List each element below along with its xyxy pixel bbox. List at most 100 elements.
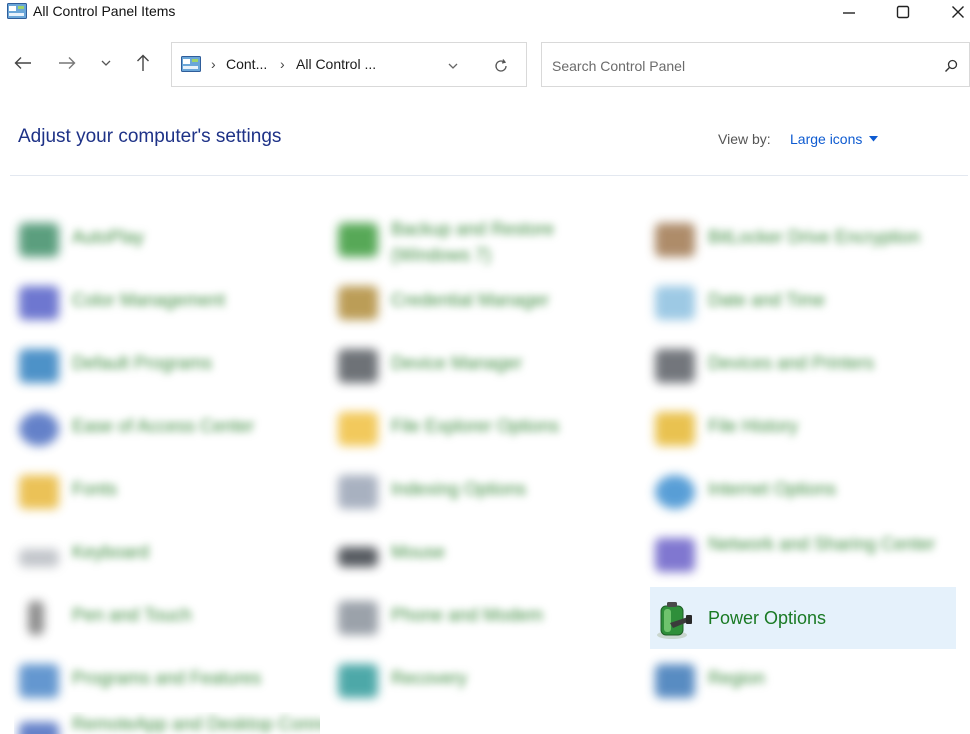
chevron-down-icon [448, 63, 458, 69]
breadcrumb-separator-icon: › [211, 56, 216, 72]
credential-manager-icon [338, 286, 378, 320]
indexing-icon [338, 475, 378, 509]
item-network-sharing[interactable]: Network and Sharing Center [650, 523, 956, 585]
ease-of-access-icon [19, 412, 59, 446]
item-internet-options[interactable]: Internet Options [650, 460, 956, 522]
back-button[interactable] [12, 52, 34, 74]
item-file-explorer-options[interactable]: File Explorer Options [333, 397, 639, 459]
color-management-icon [19, 286, 59, 320]
control-panel-window: All Control Panel Items › Cont... › All … [0, 0, 970, 734]
mouse-icon [338, 547, 378, 567]
region-icon [655, 664, 695, 698]
minimize-button[interactable] [826, 0, 872, 24]
up-button[interactable] [132, 52, 154, 74]
item-label: Network and Sharing Center [708, 534, 936, 554]
maximize-icon [896, 5, 910, 19]
item-label: Backup and Restore (Windows 7) [391, 219, 555, 265]
item-date-time[interactable]: Date and Time [650, 271, 956, 333]
item-credential-manager[interactable]: Credential Manager [333, 271, 639, 333]
item-devices-printers[interactable]: Devices and Printers [650, 334, 956, 396]
phone-icon [338, 601, 378, 635]
refresh-button[interactable] [490, 55, 512, 77]
item-remoteapp[interactable]: RemoteApp and Desktop Connections [14, 712, 320, 734]
backup-icon [338, 223, 378, 257]
minimize-icon [843, 12, 855, 14]
recovery-icon [338, 664, 378, 698]
recent-locations-button[interactable] [95, 52, 117, 74]
printer-icon [655, 349, 695, 383]
item-mouse[interactable]: Mouse [333, 523, 639, 585]
breadcrumb-control-panel[interactable]: Cont... [226, 56, 267, 72]
window-title: All Control Panel Items [33, 3, 176, 19]
item-label: Power Options [708, 608, 827, 628]
item-label: Region [708, 668, 766, 688]
address-bar[interactable]: › Cont... › All Control ... [171, 42, 527, 87]
item-ease-of-access[interactable]: Ease of Access Center [14, 397, 320, 459]
maximize-button[interactable] [880, 0, 926, 24]
item-phone-modem[interactable]: Phone and Modem [333, 586, 639, 648]
close-button[interactable] [935, 0, 970, 24]
arrow-right-icon [59, 57, 76, 69]
arrow-up-icon [137, 54, 149, 71]
item-label: RemoteApp and Desktop Connections [72, 714, 320, 734]
control-panel-icon [7, 3, 27, 19]
item-label: Recovery [391, 668, 468, 688]
item-programs-features[interactable]: Programs and Features [14, 649, 320, 711]
item-default-programs[interactable]: Default Programs [14, 334, 320, 396]
address-history-button[interactable] [442, 55, 464, 77]
item-label: AutoPlay [72, 227, 145, 247]
bitlocker-icon [655, 223, 695, 257]
search-box[interactable] [541, 42, 970, 87]
breadcrumb-separator-icon: › [280, 56, 285, 72]
item-label: Mouse [391, 542, 446, 562]
keyboard-icon [19, 549, 59, 567]
search-input[interactable] [552, 55, 922, 77]
item-region[interactable]: Region [650, 649, 956, 711]
header-divider [10, 175, 968, 176]
item-label: BitLocker Drive Encryption [708, 227, 921, 247]
item-label: Default Programs [72, 353, 213, 373]
item-bitlocker[interactable]: BitLocker Drive Encryption [650, 208, 956, 270]
title-bar: All Control Panel Items [0, 0, 970, 26]
item-autoplay[interactable]: AutoPlay [14, 208, 320, 270]
item-label: Devices and Printers [708, 353, 875, 373]
caret-down-icon [869, 136, 879, 142]
view-by-dropdown[interactable]: Large icons [790, 131, 879, 147]
item-device-manager[interactable]: Device Manager [333, 334, 639, 396]
item-backup-restore[interactable]: Backup and Restore (Windows 7) [333, 208, 639, 270]
view-by-value: Large icons [790, 131, 863, 147]
item-file-history[interactable]: File History [650, 397, 956, 459]
item-indexing-options[interactable]: Indexing Options [333, 460, 639, 522]
refresh-icon [495, 59, 507, 72]
item-keyboard[interactable]: Keyboard [14, 523, 320, 585]
item-fonts[interactable]: Fonts [14, 460, 320, 522]
item-label: Programs and Features [72, 668, 262, 688]
item-label: Phone and Modem [391, 605, 544, 625]
item-color-management[interactable]: Color Management [14, 271, 320, 333]
breadcrumb-all-control-panel-items[interactable]: All Control ... [296, 56, 376, 72]
default-programs-icon [19, 349, 59, 383]
item-label: File Explorer Options [391, 416, 560, 436]
item-label: Date and Time [708, 290, 826, 310]
item-label: Ease of Access Center [72, 416, 255, 436]
item-label: Color Management [72, 290, 226, 310]
item-recovery[interactable]: Recovery [333, 649, 639, 711]
navigation-bar: › Cont... › All Control ... [0, 40, 970, 88]
close-icon [952, 6, 964, 18]
item-label: Internet Options [708, 479, 837, 499]
remoteapp-icon [19, 722, 59, 734]
item-label: Keyboard [72, 542, 150, 562]
item-label: Device Manager [391, 353, 523, 373]
programs-icon [19, 664, 59, 698]
search-icon[interactable] [940, 55, 962, 77]
control-panel-icon [181, 56, 201, 72]
pen-icon [28, 601, 44, 635]
item-label: Indexing Options [391, 479, 527, 499]
item-pen-touch[interactable]: Pen and Touch [14, 586, 320, 648]
forward-button[interactable] [56, 52, 78, 74]
folder-options-icon [338, 412, 378, 446]
arrow-left-icon [14, 57, 31, 69]
item-power-options[interactable]: Power Options [650, 587, 956, 649]
chevron-down-icon [101, 60, 111, 66]
item-label: File History [708, 416, 799, 436]
